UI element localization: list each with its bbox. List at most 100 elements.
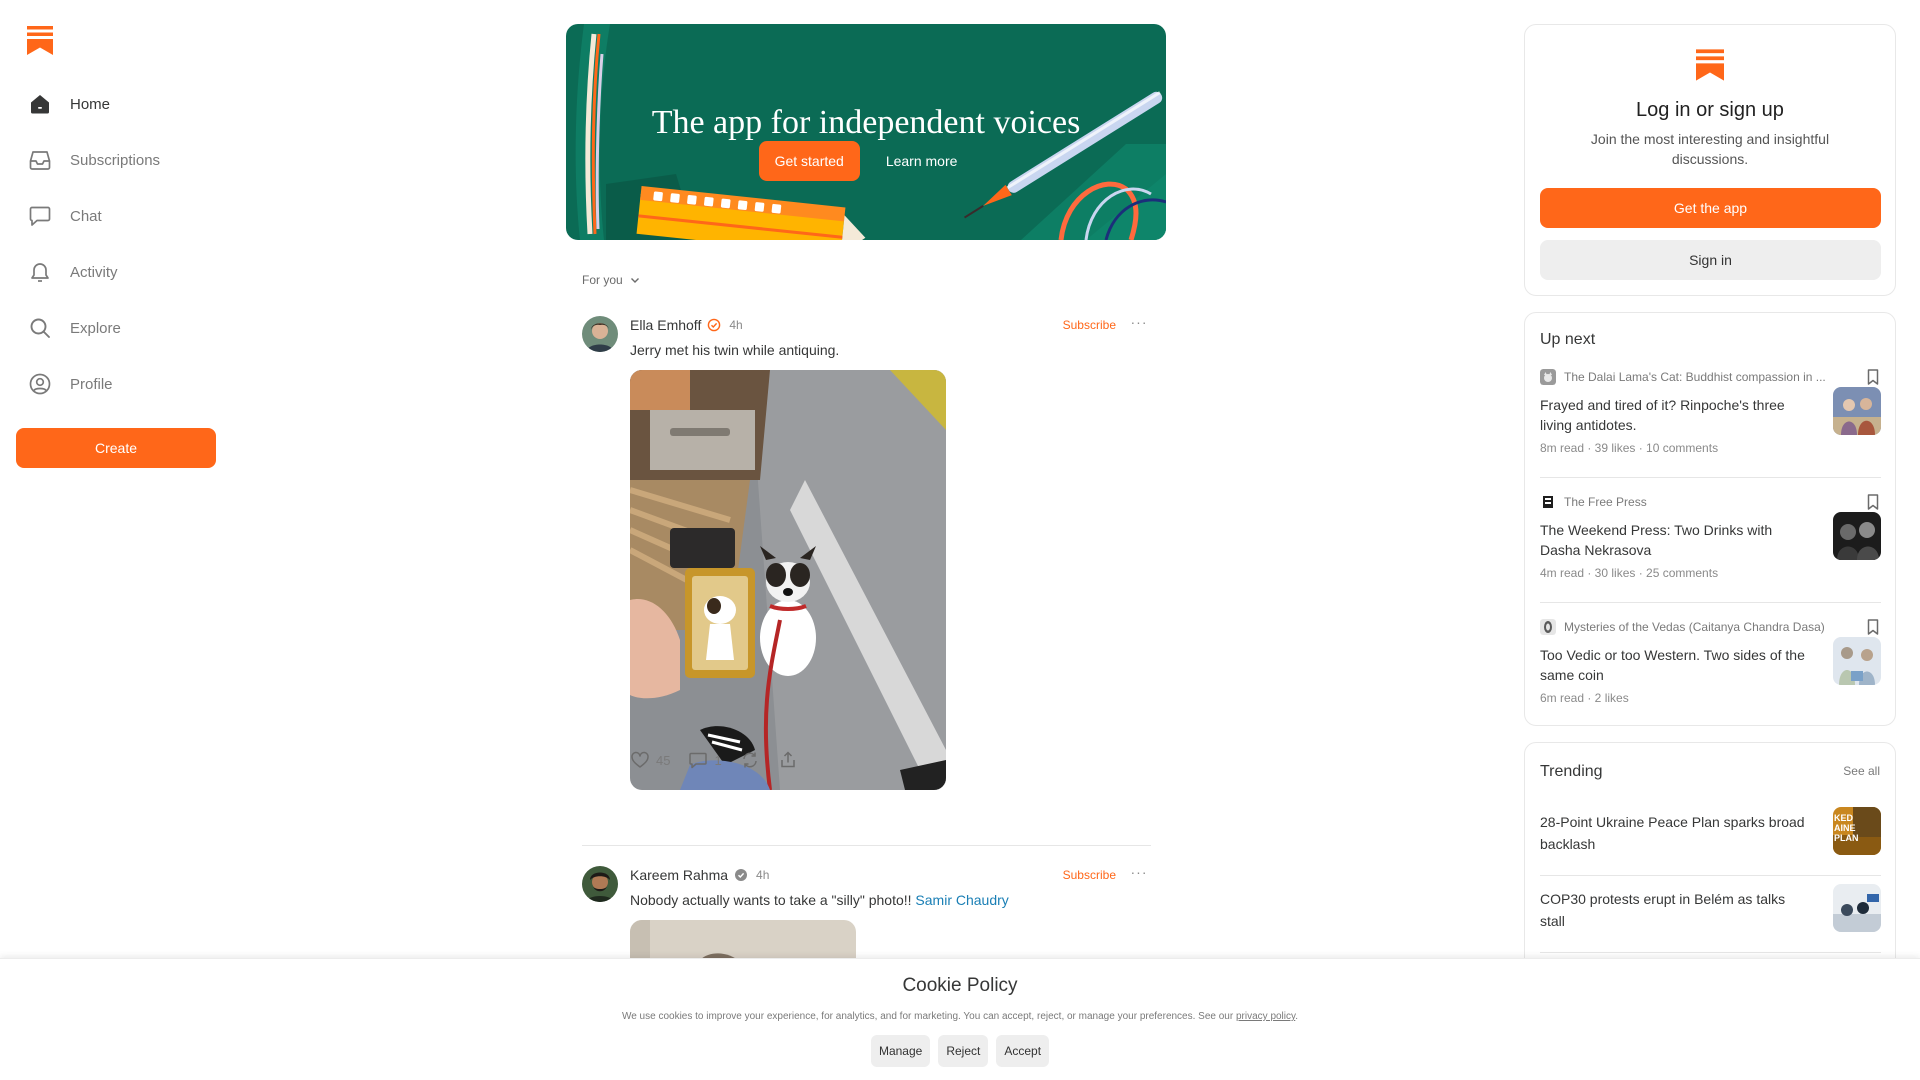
sidebar-item-label: Activity (70, 263, 118, 281)
article-stats: 8m read · 39 likes · 10 comments (1540, 441, 1719, 455)
more-options-icon[interactable]: ··· (1127, 314, 1151, 334)
like-button[interactable]: 45 (630, 750, 670, 770)
hero-title: The app for independent voices (651, 104, 1081, 141)
sidebar-item-chat[interactable]: Chat (16, 194, 216, 238)
publication-name: The Free Press (1540, 494, 1850, 510)
svg-text:AINE: AINE (1834, 823, 1856, 833)
sidebar-item-label: Explore (70, 319, 121, 337)
heart-icon (631, 751, 649, 768)
post-actions: 45 1 (630, 750, 798, 770)
publication-name: Mysteries of the Vedas (Caitanya Chandra… (1540, 619, 1850, 635)
sidebar-item-label: Home (70, 95, 111, 113)
profile-icon (16, 362, 64, 406)
substack-logo-icon (1696, 49, 1724, 81)
sidebar-item-subscriptions[interactable]: Subscriptions (16, 138, 216, 182)
restack-button[interactable] (740, 750, 760, 770)
publication-label: The Free Press (1564, 495, 1647, 509)
privacy-policy-link[interactable]: privacy policy (1236, 1011, 1295, 1022)
up-next-item[interactable]: The Dalai Lama's Cat: Buddhist compassio… (1540, 369, 1881, 479)
comment-count: 1 (714, 752, 722, 768)
divider (1540, 875, 1881, 876)
post-author[interactable]: Ella Emhoff (630, 317, 701, 333)
share-button[interactable] (778, 750, 798, 770)
accept-button[interactable]: Accept (996, 1035, 1050, 1067)
comment-icon (689, 752, 708, 769)
divider (1540, 952, 1881, 953)
manage-button[interactable]: Manage (870, 1035, 931, 1067)
up-next-card: Up next The Dalai Lama's Cat: Buddhist c… (1524, 312, 1896, 726)
bookmark-icon[interactable] (1865, 368, 1881, 386)
trending-title[interactable]: COP30 protests erupt in Belém as talks s… (1540, 888, 1810, 932)
create-button[interactable]: Create (16, 428, 216, 468)
cookie-text-end: . (1295, 1011, 1299, 1022)
up-next-item[interactable]: The Free Press The Weekend Press: Two Dr… (1540, 494, 1881, 604)
post-text: Jerry met his twin while antiquing. (630, 342, 840, 358)
cookie-text-body: We use cookies to improve your experienc… (621, 1011, 1236, 1022)
cookie-title: Cookie Policy (902, 975, 1018, 996)
sidebar-item-explore[interactable]: Explore (16, 306, 216, 350)
cookie-buttons: Manage Reject Accept (0, 1035, 1920, 1067)
trending-title[interactable]: 28-Point Ukraine Peace Plan sparks broad… (1540, 811, 1810, 855)
reject-button[interactable]: Reject (938, 1035, 989, 1067)
verified-badge-icon (735, 869, 748, 881)
svg-text:KED: KED (1834, 813, 1854, 823)
up-next-heading: Up next (1540, 331, 1596, 348)
trending-item[interactable]: 28-Point Ukraine Peace Plan sparks broad… (1540, 803, 1881, 873)
more-options-icon[interactable]: ··· (1127, 864, 1151, 884)
bell-icon (16, 250, 64, 294)
subscribe-button[interactable]: Subscribe (1063, 868, 1116, 882)
login-card: Log in or sign up Join the most interest… (1524, 24, 1896, 296)
learn-more-button[interactable]: Learn more (870, 141, 974, 181)
publication-icon (1540, 494, 1556, 510)
publication-icon (1540, 369, 1556, 385)
inbox-icon (16, 138, 64, 182)
see-all-link[interactable]: See all (1843, 764, 1880, 778)
trending-item[interactable]: COP30 protests erupt in Belém as talks s… (1540, 880, 1881, 950)
login-title: Log in or sign up (1636, 99, 1784, 121)
hero-banner: The app for independent voices Get start… (566, 24, 1166, 240)
divider (1540, 602, 1881, 603)
post-image[interactable] (630, 370, 946, 790)
post-divider (582, 845, 1151, 846)
mention-link[interactable]: Samir Chaudry (915, 892, 1008, 908)
chevron-down-icon (630, 278, 639, 283)
bookmark-icon[interactable] (1865, 618, 1881, 636)
get-started-button[interactable]: Get started (758, 141, 860, 181)
get-the-app-button[interactable]: Get the app (1540, 188, 1881, 228)
avatar[interactable] (582, 866, 618, 902)
trending-thumbnail[interactable]: KED AINE PLAN (1833, 807, 1881, 855)
sidebar-item-label: Profile (70, 375, 113, 393)
sidebar-item-label: Subscriptions (70, 151, 161, 169)
avatar[interactable] (582, 316, 618, 352)
trending-heading: Trending (1540, 763, 1603, 780)
subscribe-button[interactable]: Subscribe (1063, 318, 1116, 332)
bookmark-icon[interactable] (1865, 493, 1881, 511)
sidebar-item-home[interactable]: Home (16, 82, 216, 126)
article-thumbnail[interactable] (1833, 637, 1881, 685)
chat-icon (16, 194, 64, 238)
sidebar-item-activity[interactable]: Activity (16, 250, 216, 294)
article-stats: 6m read · 2 likes (1540, 691, 1629, 705)
article-thumbnail[interactable] (1833, 387, 1881, 435)
login-subtitle: Join the most interesting and insightful… (1590, 131, 1830, 167)
restack-icon (742, 752, 757, 768)
trending-thumbnail[interactable] (1833, 884, 1881, 932)
search-icon (16, 306, 64, 350)
post-author[interactable]: Kareem Rahma (630, 867, 728, 883)
article-title[interactable]: Too Vedic or too Western. Two sides of t… (1540, 645, 1810, 685)
sign-in-button[interactable]: Sign in (1540, 240, 1881, 280)
comment-button[interactable]: 1 (688, 750, 722, 770)
svg-text:PLAN: PLAN (1834, 833, 1859, 843)
up-next-item[interactable]: Mysteries of the Vedas (Caitanya Chandra… (1540, 619, 1881, 729)
feed-filter-label: For you (582, 273, 623, 287)
left-sidebar: Home Subscriptions Chat Activity Explore… (0, 0, 232, 1080)
post-meta: Ella Emhoff 4h (630, 317, 743, 333)
sidebar-item-profile[interactable]: Profile (16, 362, 216, 406)
article-thumbnail[interactable] (1833, 512, 1881, 560)
article-title[interactable]: Frayed and tired of it? Rinpoche's three… (1540, 395, 1810, 435)
verified-badge-icon (708, 318, 721, 332)
substack-logo-icon[interactable] (27, 26, 53, 55)
article-title[interactable]: The Weekend Press: Two Drinks with Dasha… (1540, 520, 1810, 560)
post-meta: Kareem Rahma 4h (630, 867, 769, 883)
feed-filter-dropdown[interactable]: For you (582, 273, 641, 287)
